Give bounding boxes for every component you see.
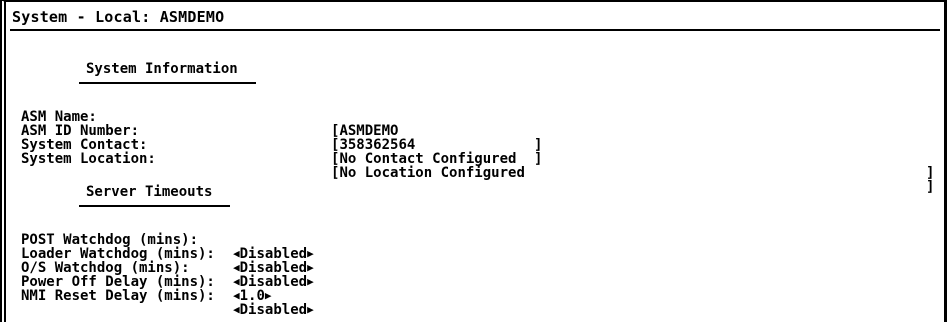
system-location-field[interactable]: [No Location Configured	[331, 166, 525, 180]
system-contact-field-end: ]	[926, 165, 935, 181]
arrow-left-icon[interactable]: ◀	[233, 289, 240, 303]
nmi-reset-delay-row: NMI Reset Delay (mins): ◀Disabled▶	[21, 275, 936, 317]
os-watchdog-row: O/S Watchdog (mins): ◀Disabled▶	[21, 247, 936, 289]
console-window: System - Local: ASMDEMO System Informati…	[0, 0, 947, 322]
system-location-value: No Location Configured	[339, 165, 525, 181]
loader-watchdog-row: Loader Watchdog (mins): ◀Disabled▶	[21, 233, 936, 275]
asm-id-field-end: ]	[534, 151, 543, 167]
asm-name-row: ASM Name: [ASMDEMO ]	[21, 96, 936, 152]
arrow-left-icon[interactable]: ◀	[233, 303, 240, 317]
asm-id-row: ASM ID Number: [358362564 ]	[21, 110, 936, 166]
post-watchdog-row: POST Watchdog (mins): ◀Disabled▶	[21, 219, 936, 261]
nmi-reset-delay-label: NMI Reset Delay (mins):	[21, 288, 215, 304]
server-timeouts-heading-text: Server Timeouts	[86, 184, 213, 200]
server-timeouts-heading: Server Timeouts	[21, 185, 238, 207]
power-off-delay-row: Power Off Delay (mins): ◀1.0▶	[21, 261, 936, 303]
heading-underline	[79, 82, 256, 84]
nmi-reset-delay-value: Disabled	[239, 302, 308, 318]
power-off-delay-selector[interactable]: ◀1.0▶	[233, 289, 272, 303]
system-contact-row: System Contact: [No Contact Configured ]	[21, 124, 936, 180]
system-information-heading: System Information	[21, 62, 264, 84]
heading-underline	[79, 205, 231, 207]
arrow-right-icon[interactable]: ▶	[265, 289, 272, 303]
arrow-right-icon[interactable]: ▶	[307, 303, 314, 317]
system-location-label: System Location:	[21, 151, 156, 167]
system-contact-field[interactable]: [No Contact Configured	[331, 152, 516, 166]
system-location-row: System Location: [No Location Configured…	[21, 138, 936, 194]
system-information-heading-text: System Information	[86, 61, 238, 77]
system-location-field-end: ]	[926, 179, 935, 195]
system-panel: System Information ASM Name: [ASMDEMO ] …	[21, 32, 934, 322]
nmi-reset-delay-selector[interactable]: ◀Disabled▶	[233, 303, 314, 317]
window-title: System - Local: ASMDEMO	[10, 5, 940, 31]
